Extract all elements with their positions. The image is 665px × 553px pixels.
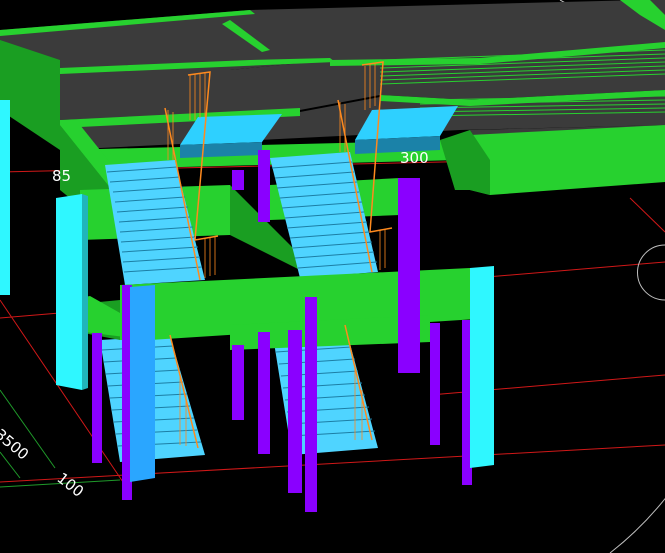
column-cyan	[56, 194, 82, 390]
dimension-label: 300	[400, 149, 429, 167]
column-purple	[398, 178, 420, 373]
column-purple	[258, 150, 270, 222]
column-blue	[130, 285, 155, 482]
column-cyan	[470, 266, 494, 468]
column-purple	[232, 170, 244, 190]
column-purple	[288, 330, 302, 493]
column-purple	[258, 332, 270, 454]
dimension-label: 85	[52, 167, 71, 185]
column-cyan	[0, 100, 10, 295]
column-purple	[92, 333, 102, 463]
model-3d-viewport[interactable]: 85 300 3500 100	[0, 0, 665, 553]
column-purple	[305, 297, 317, 512]
column-purple	[430, 323, 440, 445]
column-purple	[232, 345, 244, 420]
